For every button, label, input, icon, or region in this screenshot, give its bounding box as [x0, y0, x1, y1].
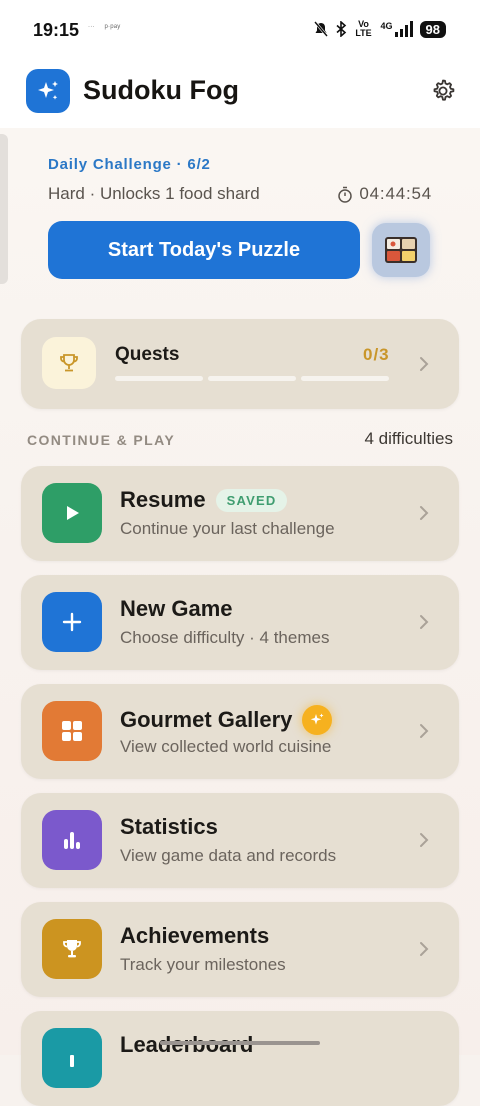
leaderboard-card[interactable]: Leaderboard: [21, 1011, 459, 1106]
stopwatch-icon: [338, 186, 353, 203]
new-game-card[interactable]: New Game Choose difficulty · 4 themes: [21, 575, 459, 670]
bluetooth-icon: [335, 21, 346, 37]
chevron-right-icon: [419, 722, 429, 740]
quest-progress-bar: [115, 376, 203, 381]
quests-title: Quests: [115, 344, 180, 365]
quests-count: 0/3: [363, 345, 390, 364]
gourmet-gallery-title: Gourmet Gallery: [120, 707, 293, 732]
notification-icon-1: ···: [88, 24, 95, 30]
settings-gear-icon[interactable]: [428, 76, 458, 106]
achievements-subtitle: Track your milestones: [120, 955, 286, 974]
volte-label: Vo LTE: [355, 19, 372, 38]
new-game-subtitle: Choose difficulty · 4 themes: [120, 628, 330, 647]
statistics-subtitle: View game data and records: [120, 846, 337, 865]
resume-title: Resume: [120, 487, 206, 512]
play-icon: [42, 483, 102, 543]
quest-progress-bar: [301, 376, 389, 381]
resume-title-row: Resume SAVED: [120, 487, 288, 513]
daily-timer-value: 04:44:54: [359, 184, 432, 203]
quests-card[interactable]: Quests 0/3: [21, 319, 459, 409]
achievements-title: Achievements: [120, 923, 270, 948]
signal-icon: 4G: [381, 21, 413, 37]
new-game-title: New Game: [120, 596, 233, 621]
trophy-icon: [42, 337, 96, 389]
plus-icon: [42, 592, 102, 652]
achievements-card[interactable]: Achievements Track your milestones: [21, 902, 459, 997]
daily-timer: 04:44:54: [337, 184, 432, 204]
chevron-right-icon: [419, 831, 429, 849]
daily-challenge-label: Daily Challenge · 6/2: [48, 156, 211, 173]
status-time: 19:15: [33, 20, 80, 40]
food-shard-button[interactable]: [372, 223, 430, 277]
chevron-right-icon: [419, 940, 429, 958]
resume-card[interactable]: Resume SAVED Continue your last challeng…: [21, 466, 459, 561]
sparkle-badge-icon: [302, 705, 333, 735]
start-puzzle-button[interactable]: Start Today's Puzzle: [48, 221, 360, 279]
section-title: CONTINUE & PLAY: [27, 432, 176, 448]
notification-icon-2: p·pay: [104, 24, 121, 30]
gourmet-title-row: Gourmet Gallery: [120, 705, 333, 735]
statistics-card[interactable]: Statistics View game data and records: [21, 793, 459, 888]
difficulties-count: 4 difficulties: [364, 429, 453, 448]
statistics-title: Statistics: [120, 814, 218, 839]
home-indicator[interactable]: [160, 1041, 320, 1045]
resume-subtitle: Continue your last challenge: [120, 519, 335, 538]
chevron-right-icon: [419, 504, 429, 522]
bar-chart-icon: [42, 810, 102, 870]
gourmet-gallery-subtitle: View collected world cuisine: [120, 737, 332, 756]
status-indicators: Vo LTE 4G 98: [313, 20, 446, 38]
battery-indicator: 98: [419, 20, 446, 38]
mute-bell-icon: [313, 21, 328, 37]
home-content: Daily Challenge · 6/2 Hard · Unlocks 1 f…: [0, 128, 480, 1106]
grid-icon: [42, 701, 102, 761]
chevron-right-icon: [419, 613, 429, 631]
daily-challenge-subtitle: Hard · Unlocks 1 food shard: [48, 184, 260, 203]
app-title: Sudoku Fog: [83, 75, 239, 105]
chevron-right-icon: [419, 355, 429, 373]
leaderboard-icon: [42, 1028, 102, 1088]
leaderboard-title: Leaderboard: [120, 1032, 253, 1058]
trophy-icon: [42, 919, 102, 979]
app-header: Sudoku Fog: [0, 62, 480, 128]
quests-progress: [115, 376, 389, 381]
sparkle-logo-icon: [26, 69, 70, 113]
quest-progress-bar: [208, 376, 296, 381]
notification-icons: ··· p·pay: [88, 24, 129, 30]
bento-box-icon: [385, 237, 417, 263]
saved-badge: SAVED: [215, 488, 288, 512]
status-bar: 19:15 ··· p·pay Vo LTE 4G 98: [0, 0, 480, 62]
gourmet-gallery-card[interactable]: Gourmet Gallery View collected world cui…: [21, 684, 459, 779]
edge-handle[interactable]: [0, 134, 8, 284]
